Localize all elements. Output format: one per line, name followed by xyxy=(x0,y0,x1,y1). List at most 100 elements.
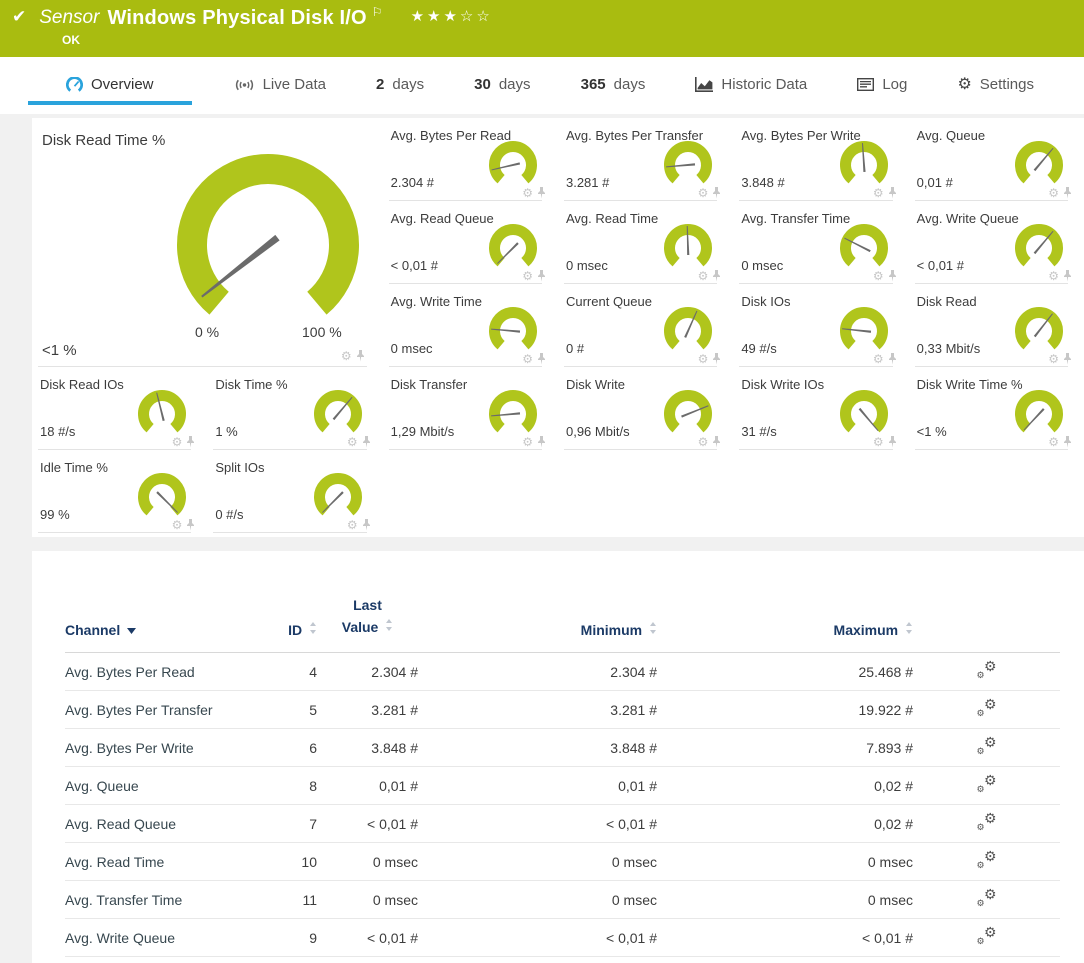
pin-icon[interactable] xyxy=(362,519,371,531)
gear-icon[interactable]: ⚙ xyxy=(698,436,709,448)
flag-icon[interactable]: ⚐ xyxy=(372,5,383,19)
tab-2-days[interactable]: 2days xyxy=(368,68,432,105)
pin-icon[interactable] xyxy=(186,436,195,448)
gauge-cell-avg-bytes-per-write[interactable]: Avg. Bytes Per Write 3.848 # ⚙ xyxy=(733,118,908,201)
column-header-last-value[interactable]: Last Value xyxy=(317,595,418,653)
table-row[interactable]: Avg. Write Queue 9 < 0,01 # < 0,01 # < 0… xyxy=(65,919,1060,957)
table-row[interactable]: Avg. Read Time 10 0 msec 0 msec 0 msec ⚙… xyxy=(65,843,1060,881)
column-header-maximum[interactable]: Maximum xyxy=(657,595,913,653)
gear-icon[interactable]: ⚙ xyxy=(172,519,183,531)
pin-icon[interactable] xyxy=(712,436,721,448)
gauge-cell-avg-write-time[interactable]: Avg. Write Time 0 msec ⚙ xyxy=(383,284,558,367)
tab-365-days[interactable]: 365days xyxy=(573,68,654,105)
pin-icon[interactable] xyxy=(1063,187,1072,199)
pin-icon[interactable] xyxy=(537,187,546,199)
tab-settings[interactable]: ⚙Settings xyxy=(949,68,1042,105)
gear-icon[interactable]: ⚙ xyxy=(522,187,533,199)
pin-icon[interactable] xyxy=(362,436,371,448)
channel-name[interactable]: Avg. Bytes Per Write xyxy=(65,729,250,767)
gear-icon[interactable]: ⚙ xyxy=(341,350,352,362)
pin-icon[interactable] xyxy=(888,270,897,282)
channel-name[interactable]: Avg. Bytes Per Read xyxy=(65,653,250,691)
channel-name[interactable]: Avg. Write Queue xyxy=(65,919,250,957)
tab-historic-data[interactable]: Historic Data xyxy=(687,68,815,105)
gear-icon[interactable]: ⚙ xyxy=(522,436,533,448)
gauge-cell-avg-queue[interactable]: Avg. Queue 0,01 # ⚙ xyxy=(909,118,1084,201)
gauge-cell-avg-read-time[interactable]: Avg. Read Time 0 msec ⚙ xyxy=(558,201,733,284)
gauge-cell-disk-ios[interactable]: Disk IOs 49 #/s ⚙ xyxy=(733,284,908,367)
gauge-cell-split-ios[interactable]: Split IOs 0 #/s ⚙ xyxy=(207,450,382,533)
gauge-cell-avg-transfer-time[interactable]: Avg. Transfer Time 0 msec ⚙ xyxy=(733,201,908,284)
gear-icon[interactable]: ⚙ xyxy=(698,353,709,365)
gear-icon[interactable]: ⚙ xyxy=(873,436,884,448)
pin-icon[interactable] xyxy=(1063,436,1072,448)
channel-name[interactable]: Avg. Read Time xyxy=(65,843,250,881)
gauge-cell-disk-write[interactable]: Disk Write 0,96 Mbit/s ⚙ xyxy=(558,367,733,450)
tab-30-days[interactable]: 30days xyxy=(466,68,538,105)
pin-icon[interactable] xyxy=(1063,270,1072,282)
tab-overview[interactable]: Overview xyxy=(28,68,192,105)
channel-name[interactable]: Avg. Queue xyxy=(65,767,250,805)
channel-settings-icon[interactable]: ⚙⚙ xyxy=(977,813,997,831)
table-row[interactable]: Avg. Read Queue 7 < 0,01 # < 0,01 # 0,02… xyxy=(65,805,1060,843)
gauge-cell-disk-time[interactable]: Disk Time % 1 % ⚙ xyxy=(207,367,382,450)
channel-settings-icon[interactable]: ⚙⚙ xyxy=(977,775,997,793)
table-row[interactable]: Avg. Queue 8 0,01 # 0,01 # 0,02 # ⚙⚙ xyxy=(65,767,1060,805)
gauge-cell-idle-time[interactable]: Idle Time % 99 % ⚙ xyxy=(32,450,207,533)
gear-icon[interactable]: ⚙ xyxy=(522,270,533,282)
table-row[interactable]: Avg. Bytes Per Transfer 5 3.281 # 3.281 … xyxy=(65,691,1060,729)
pin-icon[interactable] xyxy=(537,270,546,282)
gauge-cell-avg-bytes-per-read[interactable]: Avg. Bytes Per Read 2.304 # ⚙ xyxy=(383,118,558,201)
pin-icon[interactable] xyxy=(712,187,721,199)
gauge-cell-disk-transfer[interactable]: Disk Transfer 1,29 Mbit/s ⚙ xyxy=(383,367,558,450)
gear-icon[interactable]: ⚙ xyxy=(1048,270,1059,282)
pin-icon[interactable] xyxy=(1063,353,1072,365)
gauge-cell-disk-write-ios[interactable]: Disk Write IOs 31 #/s ⚙ xyxy=(733,367,908,450)
gear-icon[interactable]: ⚙ xyxy=(522,353,533,365)
channel-settings-icon[interactable]: ⚙⚙ xyxy=(977,927,997,945)
gear-icon[interactable]: ⚙ xyxy=(698,187,709,199)
gear-icon[interactable]: ⚙ xyxy=(873,270,884,282)
gear-icon[interactable]: ⚙ xyxy=(347,436,358,448)
column-header-minimum[interactable]: Minimum xyxy=(418,595,657,653)
gauge-cell-avg-write-queue[interactable]: Avg. Write Queue < 0,01 # ⚙ xyxy=(909,201,1084,284)
gauge-cell-disk-read-ios[interactable]: Disk Read IOs 18 #/s ⚙ xyxy=(32,367,207,450)
priority-stars[interactable]: ★★★☆☆ xyxy=(411,7,493,25)
pin-icon[interactable] xyxy=(888,436,897,448)
tab-log[interactable]: Log xyxy=(849,68,915,105)
channel-name[interactable]: Avg. Read Queue xyxy=(65,805,250,843)
gear-icon[interactable]: ⚙ xyxy=(1048,353,1059,365)
gear-icon[interactable]: ⚙ xyxy=(1048,187,1059,199)
pin-icon[interactable] xyxy=(186,519,195,531)
channel-name[interactable]: Avg. Bytes Per Transfer xyxy=(65,691,250,729)
channel-settings-icon[interactable]: ⚙⚙ xyxy=(977,851,997,869)
pin-icon[interactable] xyxy=(712,270,721,282)
channel-settings-icon[interactable]: ⚙⚙ xyxy=(977,699,997,717)
pin-icon[interactable] xyxy=(712,353,721,365)
column-header-id[interactable]: ID xyxy=(250,595,317,653)
column-header-channel[interactable]: Channel xyxy=(65,595,250,653)
gear-icon[interactable]: ⚙ xyxy=(172,436,183,448)
channel-settings-icon[interactable]: ⚙⚙ xyxy=(977,737,997,755)
gauge-cell-current-queue[interactable]: Current Queue 0 # ⚙ xyxy=(558,284,733,367)
gear-icon[interactable]: ⚙ xyxy=(347,519,358,531)
pin-icon[interactable] xyxy=(537,353,546,365)
pin-icon[interactable] xyxy=(356,350,365,362)
table-row[interactable]: Avg. Bytes Per Read 4 2.304 # 2.304 # 25… xyxy=(65,653,1060,691)
gauge-cell-avg-bytes-per-transfer[interactable]: Avg. Bytes Per Transfer 3.281 # ⚙ xyxy=(558,118,733,201)
channel-settings-icon[interactable]: ⚙⚙ xyxy=(977,661,997,679)
gauge-cell-avg-read-queue[interactable]: Avg. Read Queue < 0,01 # ⚙ xyxy=(383,201,558,284)
gear-icon[interactable]: ⚙ xyxy=(873,353,884,365)
pin-icon[interactable] xyxy=(888,187,897,199)
pin-icon[interactable] xyxy=(888,353,897,365)
channel-settings-icon[interactable]: ⚙⚙ xyxy=(977,889,997,907)
gauge-cell-disk-write-time[interactable]: Disk Write Time % <1 % ⚙ xyxy=(909,367,1084,450)
gear-icon[interactable]: ⚙ xyxy=(873,187,884,199)
primary-gauge-cell[interactable]: Disk Read Time % 0 % 100 % <1 % ⚙ xyxy=(32,118,383,367)
gear-icon[interactable]: ⚙ xyxy=(1048,436,1059,448)
tab-live-data[interactable]: Live Data xyxy=(226,68,334,105)
gauge-cell-disk-read[interactable]: Disk Read 0,33 Mbit/s ⚙ xyxy=(909,284,1084,367)
gear-icon[interactable]: ⚙ xyxy=(698,270,709,282)
channel-name[interactable]: Avg. Transfer Time xyxy=(65,881,250,919)
pin-icon[interactable] xyxy=(537,436,546,448)
